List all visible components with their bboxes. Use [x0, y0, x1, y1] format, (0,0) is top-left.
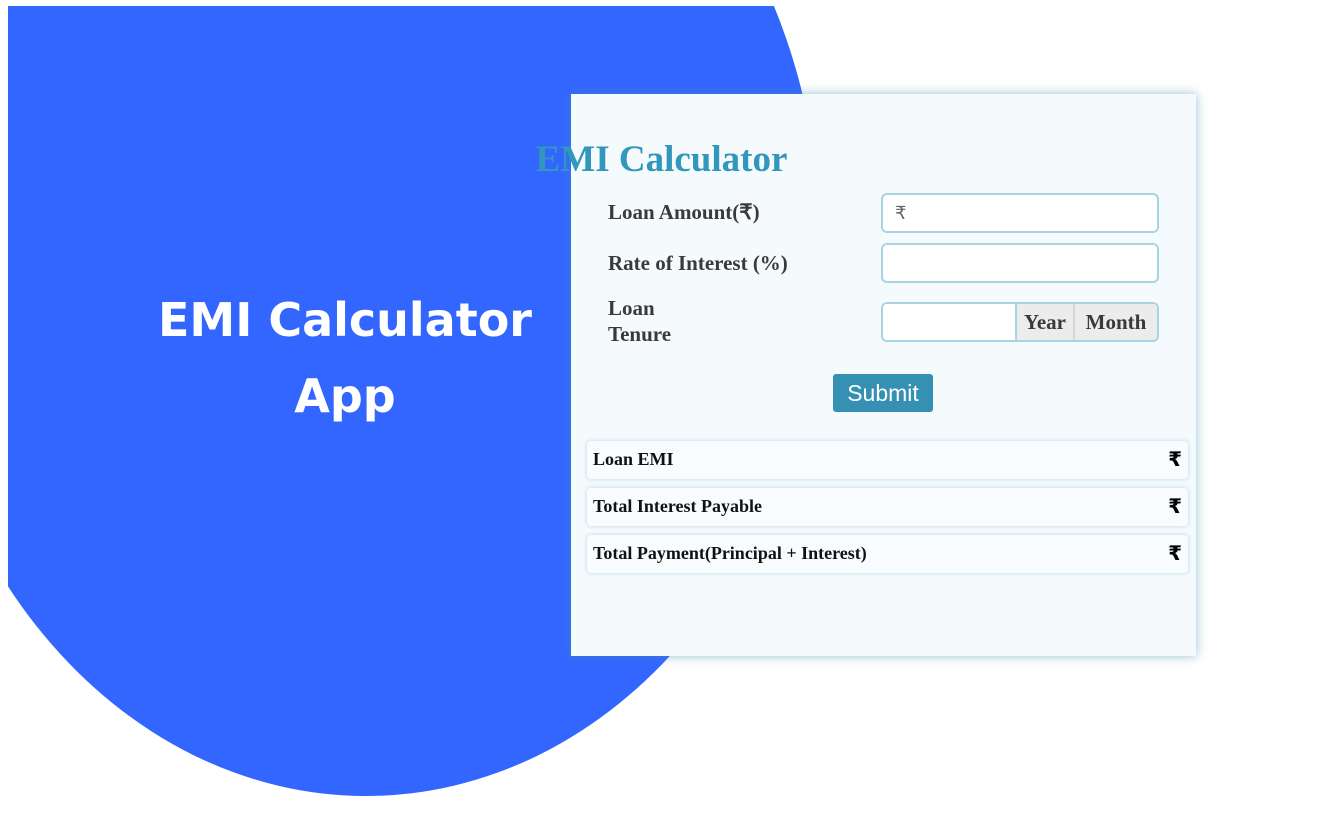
loan-emi-value: ₹ [1168, 447, 1182, 471]
hero-title-line2: App [294, 369, 396, 423]
hero-title: EMI Calculator App [110, 282, 580, 434]
total-interest-label: Total Interest Payable [593, 496, 762, 516]
tenure-month-button[interactable]: Month [1075, 304, 1157, 340]
total-payment-value: ₹ [1168, 541, 1182, 565]
total-payment-label: Total Payment(Principal + Interest) [593, 543, 867, 563]
submit-button[interactable]: Submit [833, 374, 933, 412]
loan-amount-input[interactable] [881, 193, 1159, 233]
result-row-total-interest: Total Interest Payable ₹ [587, 488, 1188, 526]
loan-tenure-label: Loan Tenure [608, 295, 671, 347]
total-interest-value: ₹ [1168, 494, 1182, 518]
loan-tenure-input[interactable] [883, 304, 1017, 340]
result-row-loan-emi: Loan EMI ₹ [587, 441, 1188, 479]
loan-tenure-label-line2: Tenure [608, 322, 672, 346]
tenure-year-button[interactable]: Year [1017, 304, 1075, 340]
hero-title-line1: EMI Calculator [158, 293, 532, 347]
loan-tenure-label-line1: Loan [608, 296, 655, 320]
loan-amount-label: Loan Amount(₹) [608, 200, 760, 224]
interest-rate-input[interactable] [881, 243, 1159, 283]
interest-rate-label: Rate of Interest (%) [608, 251, 788, 275]
result-row-total-payment: Total Payment(Principal + Interest) ₹ [587, 535, 1188, 573]
loan-tenure-group: Year Month [881, 302, 1159, 342]
loan-emi-label: Loan EMI [593, 449, 674, 469]
calculator-title: EMI Calculator [535, 139, 788, 180]
